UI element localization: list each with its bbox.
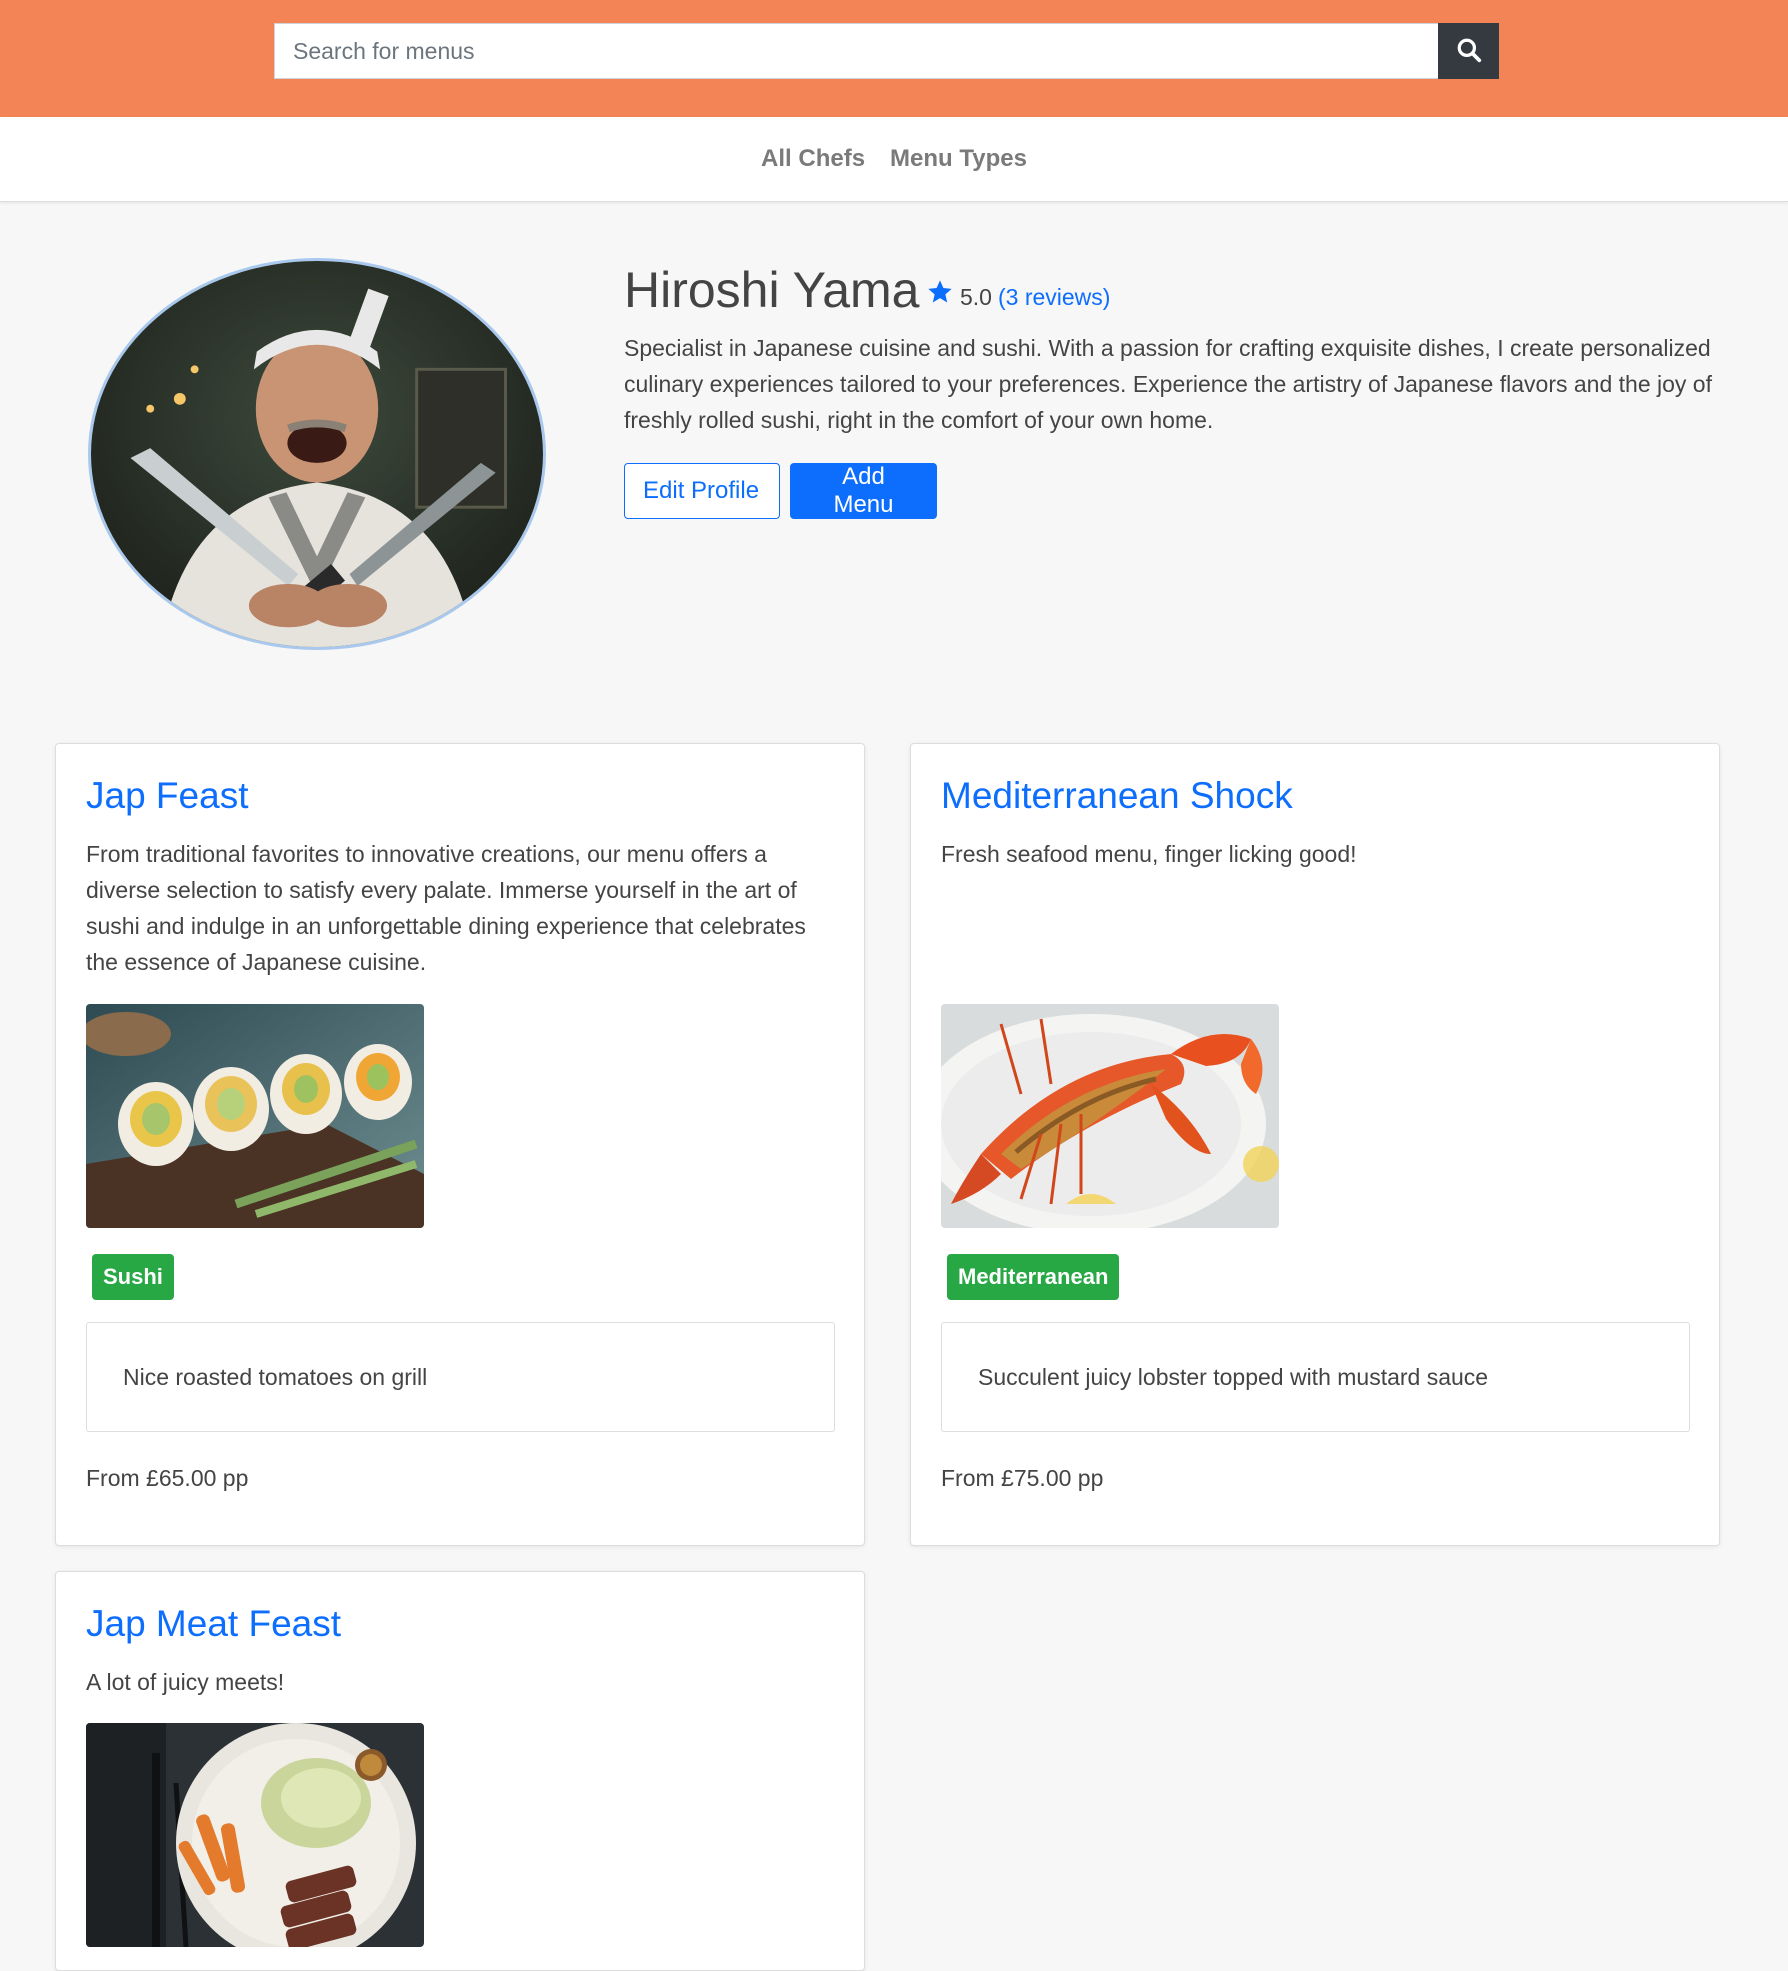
- reviews-link[interactable]: (3 reviews): [998, 279, 1110, 315]
- add-menu-button[interactable]: Add Menu: [790, 463, 937, 519]
- dish-item: Succulent juicy lobster topped with must…: [941, 1322, 1690, 1432]
- menu-image: [86, 1723, 424, 1947]
- menu-image: [86, 1004, 424, 1228]
- menu-description: From traditional favorites to innovative…: [86, 841, 806, 975]
- menu-card[interactable]: Jap Meat Feast A lot of juicy meets!: [55, 1571, 865, 1971]
- menu-price: From £65.00 pp: [86, 1465, 249, 1491]
- menu-price: From £75.00 pp: [941, 1465, 1104, 1491]
- main-nav: All Chefs Menu Types: [0, 117, 1788, 202]
- menu-title[interactable]: Jap Feast: [86, 772, 248, 820]
- edit-profile-button[interactable]: Edit Profile: [624, 463, 780, 519]
- star-icon: [926, 278, 954, 316]
- search-icon: [1456, 37, 1482, 66]
- dish-description: Nice roasted tomatoes on grill: [123, 1363, 428, 1390]
- menu-card[interactable]: Jap Feast From traditional favorites to …: [55, 743, 865, 1546]
- chef-rating: 5.0 (3 reviews): [926, 278, 1110, 316]
- search-bar: [274, 23, 1499, 79]
- menu-title[interactable]: Mediterranean Shock: [941, 772, 1293, 820]
- nav-menu-types[interactable]: Menu Types: [890, 145, 1027, 173]
- search-input[interactable]: [275, 24, 1439, 78]
- menu-tag: Mediterranean: [947, 1254, 1120, 1300]
- menu-image: [941, 1004, 1279, 1228]
- nav-all-chefs[interactable]: All Chefs: [761, 145, 865, 173]
- menu-card[interactable]: Mediterranean Shock Fresh seafood menu, …: [910, 743, 1720, 1546]
- chef-avatar: [88, 258, 546, 650]
- rating-value: 5.0: [960, 284, 992, 310]
- menu-tag: Sushi: [92, 1254, 174, 1300]
- search-button[interactable]: [1438, 23, 1499, 79]
- menu-description: A lot of juicy meets!: [86, 1669, 285, 1695]
- dish-description: Succulent juicy lobster topped with must…: [978, 1363, 1489, 1390]
- menu-title[interactable]: Jap Meat Feast: [86, 1600, 341, 1648]
- dish-item: Nice roasted tomatoes on grill: [86, 1322, 835, 1432]
- chef-name: Hiroshi Yama: [624, 262, 920, 318]
- chef-bio: Specialist in Japanese cuisine and sushi…: [624, 335, 1712, 433]
- top-bar: [0, 0, 1788, 117]
- menu-description: Fresh seafood menu, finger licking good!: [941, 841, 1357, 867]
